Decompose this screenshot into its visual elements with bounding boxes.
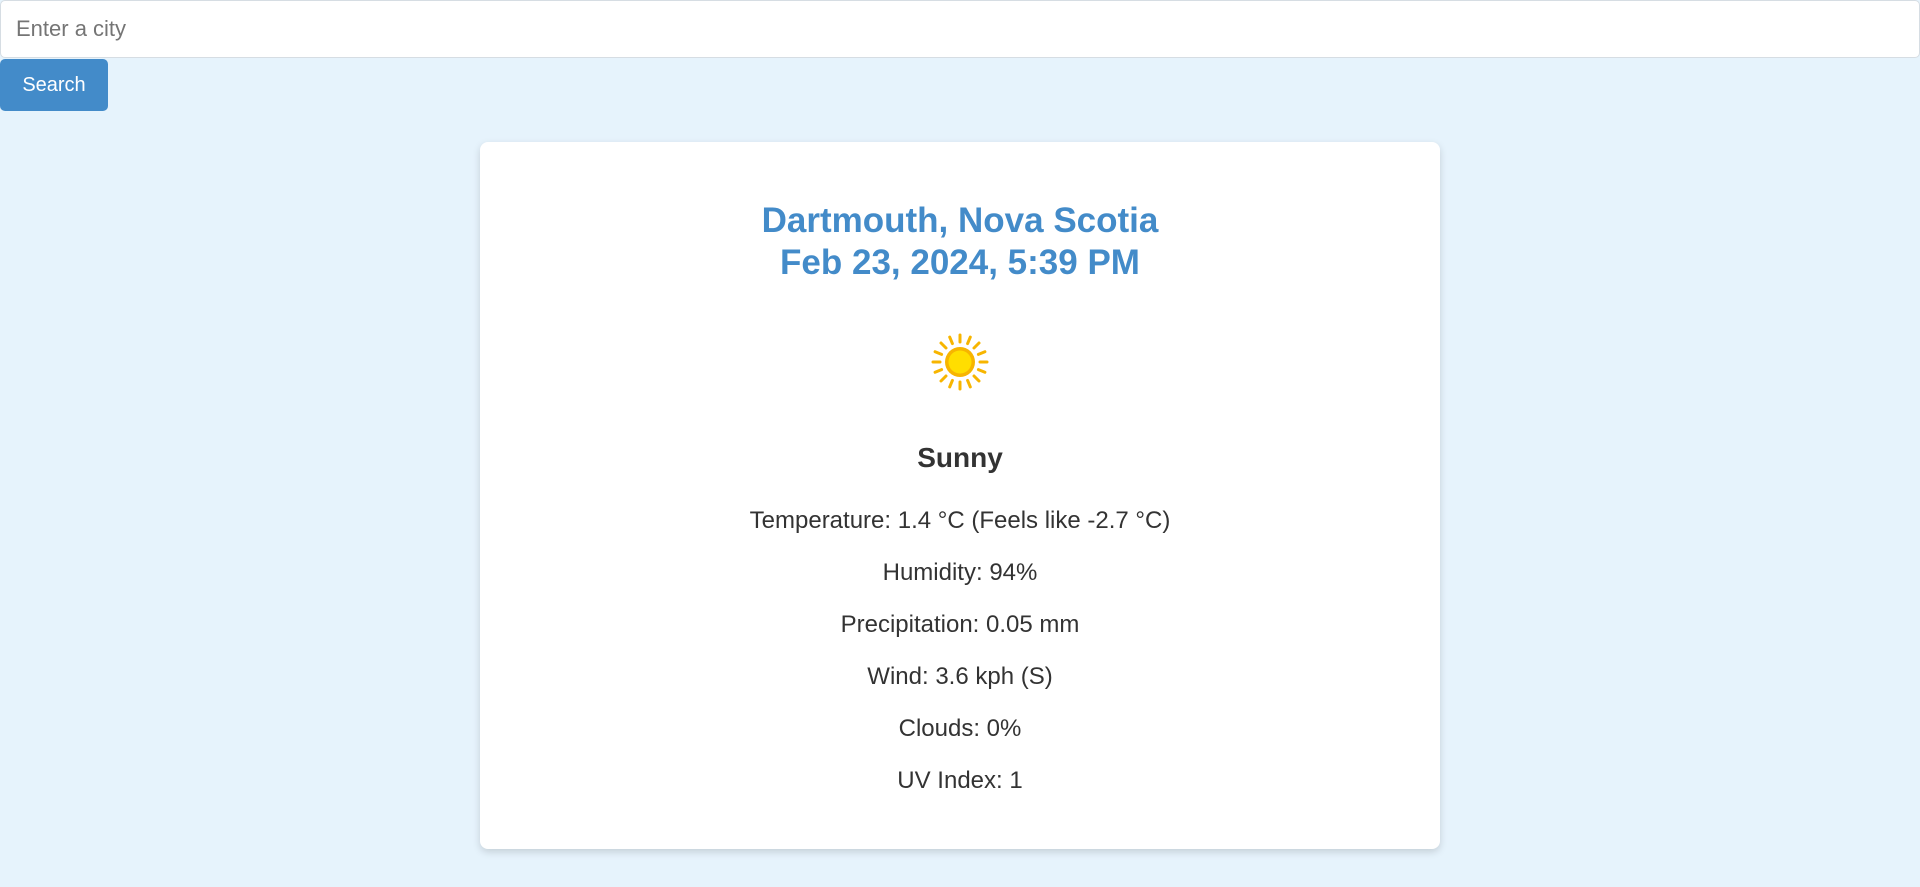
precipitation-text: Precipitation: 0.05 mm — [840, 611, 1080, 638]
uv-index-text: UV Index: 1 — [897, 767, 1023, 794]
weather-card: Dartmouth, Nova Scotia Feb 23, 2024, 5:3… — [480, 142, 1440, 849]
city-search-input[interactable] — [0, 0, 1920, 58]
temperature-text: Temperature: 1.4 °C (Feels like -2.7 °C) — [749, 507, 1171, 534]
location-title: Dartmouth, Nova Scotia — [761, 201, 1159, 240]
date-time: Feb 23, 2024, 5:39 PM — [780, 243, 1140, 282]
humidity-text: Humidity: 94% — [882, 559, 1038, 586]
wind-text: Wind: 3.6 kph (S) — [867, 663, 1053, 690]
weather-condition: Sunny — [917, 442, 1003, 473]
search-button[interactable]: Search — [0, 59, 108, 111]
sun-icon — [930, 332, 990, 392]
clouds-text: Clouds: 0% — [898, 715, 1022, 742]
